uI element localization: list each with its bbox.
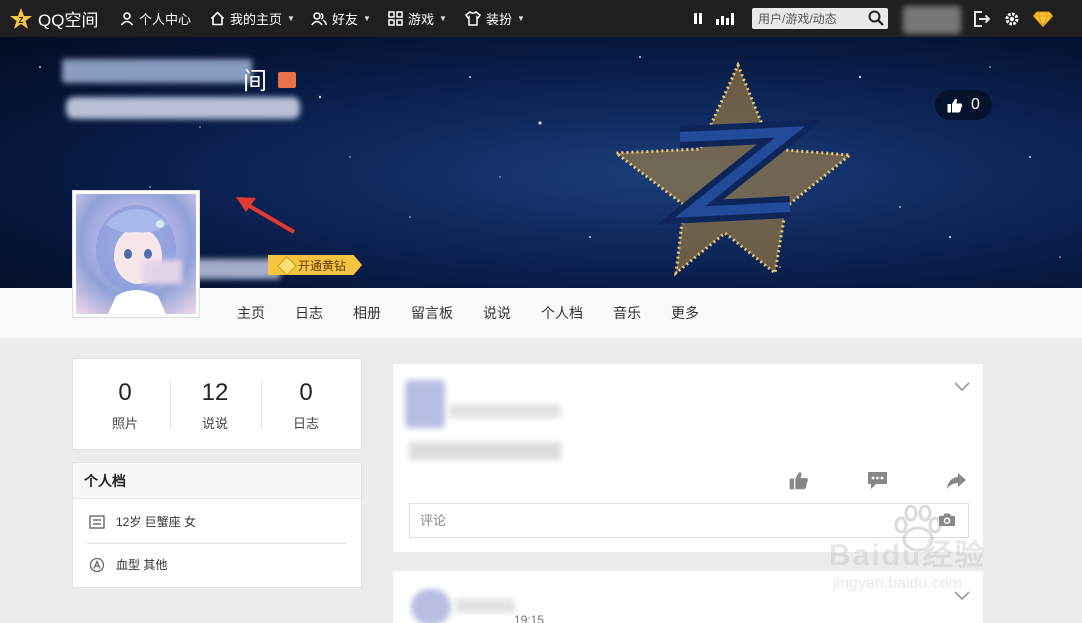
profile-card-title[interactable]: 个人档	[73, 463, 361, 499]
like-button[interactable]: 0	[935, 90, 992, 120]
friends-menu[interactable]: 好友 ▼	[311, 0, 371, 37]
like-action-icon[interactable]	[789, 471, 809, 490]
dress-up-label: 装扮	[486, 12, 513, 27]
open-vip-label: 开通黄钻	[298, 258, 347, 273]
top-bar: Z QQ空间 个人中心 我的主页 ▼ 好友 ▼ 游戏 ▼ 装扮 ▼	[0, 0, 1082, 37]
search-box	[752, 8, 888, 29]
avatar-blur-patch	[142, 260, 182, 284]
chevron-down-icon: ▼	[287, 14, 295, 23]
baidu-jingyan-watermark: Baidu经验 jingyan.baidu.com	[829, 505, 1029, 605]
space-title-fragment: 间	[243, 68, 267, 95]
stats-card: 0 照片 12 说说 0 日志	[72, 358, 362, 450]
nav-moments[interactable]: 说说	[483, 288, 511, 338]
vip-diamond-button[interactable]	[1033, 0, 1053, 37]
stat-photos[interactable]: 0 照片	[80, 359, 170, 432]
divider	[87, 543, 347, 544]
stat-label: 说说	[201, 416, 228, 431]
post-header-blurred	[449, 404, 561, 418]
qzone-star-artwork	[611, 61, 854, 277]
space-title-blurred	[62, 59, 252, 83]
profile-blood-row: 血型 其他	[89, 556, 167, 573]
pause-button[interactable]	[693, 0, 703, 37]
nav-blog[interactable]: 日志	[295, 288, 323, 338]
logout-icon	[974, 10, 990, 27]
qzone-logo[interactable]: Z QQ空间	[9, 0, 98, 37]
equalizer-icon	[716, 12, 734, 25]
post-author-avatar[interactable]	[411, 589, 451, 623]
nav-message-board[interactable]: 留言板	[411, 288, 453, 338]
logout-button[interactable]	[973, 0, 990, 37]
gear-icon	[1005, 12, 1019, 25]
settings-button[interactable]	[1004, 0, 1020, 37]
stat-value: 0	[299, 379, 313, 406]
post-author-name-blurred	[455, 599, 515, 613]
stat-label: 照片	[111, 416, 138, 431]
stat-value: 12	[201, 379, 229, 406]
brand-name: QQ空间	[38, 11, 99, 30]
user-icon	[120, 11, 134, 26]
games-label: 游戏	[408, 12, 435, 27]
stat-label: 日志	[292, 416, 319, 431]
open-vip-button[interactable]: 开通黄钻	[268, 255, 362, 275]
chevron-down-icon[interactable]	[954, 382, 970, 392]
profile-age-row: 12岁 巨蟹座 女	[89, 513, 196, 530]
chevron-down-icon: ▼	[439, 14, 447, 23]
watermark-brand: Baidu经验	[829, 539, 987, 572]
star-logo-icon: Z	[10, 7, 32, 29]
search-icon[interactable]	[868, 10, 884, 26]
nav-music[interactable]: 音乐	[613, 288, 641, 338]
like-count: 0	[971, 96, 980, 113]
home-icon	[210, 11, 225, 26]
music-bars-button[interactable]	[716, 0, 734, 37]
nav-more[interactable]: 更多	[671, 288, 699, 338]
comment-action-icon[interactable]	[867, 471, 888, 490]
my-home-menu[interactable]: 我的主页 ▼	[210, 0, 295, 37]
search-input[interactable]	[752, 8, 864, 29]
dress-up-menu[interactable]: 装扮 ▼	[465, 0, 525, 37]
vip-level-badge[interactable]	[278, 72, 296, 88]
stat-moments[interactable]: 12 说说	[170, 359, 260, 432]
my-home-label: 我的主页	[230, 12, 283, 27]
nav-home[interactable]: 主页	[237, 288, 265, 338]
post-content-blurred	[409, 442, 561, 460]
watermark-url: jingyan.baidu.com	[833, 575, 962, 592]
nav-profile[interactable]: 个人档	[541, 288, 583, 338]
shirt-icon	[465, 11, 481, 26]
chevron-down-icon: ▼	[517, 14, 525, 23]
share-action-icon[interactable]	[946, 472, 967, 490]
grid-icon	[388, 11, 403, 26]
profile-card: 个人档 12岁 巨蟹座 女 血型 其他	[72, 462, 362, 588]
chevron-down-icon: ▼	[363, 14, 371, 23]
nav-album[interactable]: 相册	[353, 288, 381, 338]
id-card-icon	[89, 514, 105, 529]
avatar-image	[76, 194, 196, 314]
thumbs-up-icon	[947, 98, 963, 112]
profile-blood-text: 血型 其他	[116, 558, 168, 572]
friends-icon	[311, 11, 327, 25]
pause-icon	[694, 13, 702, 24]
blood-type-icon	[89, 557, 105, 572]
personal-center-label: 个人中心	[139, 12, 192, 27]
profile-age-text: 12岁 巨蟹座 女	[116, 515, 197, 529]
red-arrow-annotation	[236, 197, 296, 234]
friends-label: 好友	[332, 12, 359, 27]
stat-blogs[interactable]: 0 日志	[261, 359, 351, 432]
games-menu[interactable]: 游戏 ▼	[388, 0, 447, 37]
post-author-avatar[interactable]	[405, 380, 445, 428]
personal-center-link[interactable]: 个人中心	[120, 0, 191, 37]
diamond-icon	[1033, 11, 1053, 27]
svg-text:Z: Z	[19, 16, 24, 25]
space-subtitle-blurred	[66, 97, 300, 119]
stat-value: 0	[118, 379, 132, 406]
user-avatar-blurred[interactable]	[903, 6, 961, 34]
post-timestamp: 19:15	[514, 613, 545, 623]
profile-avatar[interactable]	[72, 190, 200, 318]
